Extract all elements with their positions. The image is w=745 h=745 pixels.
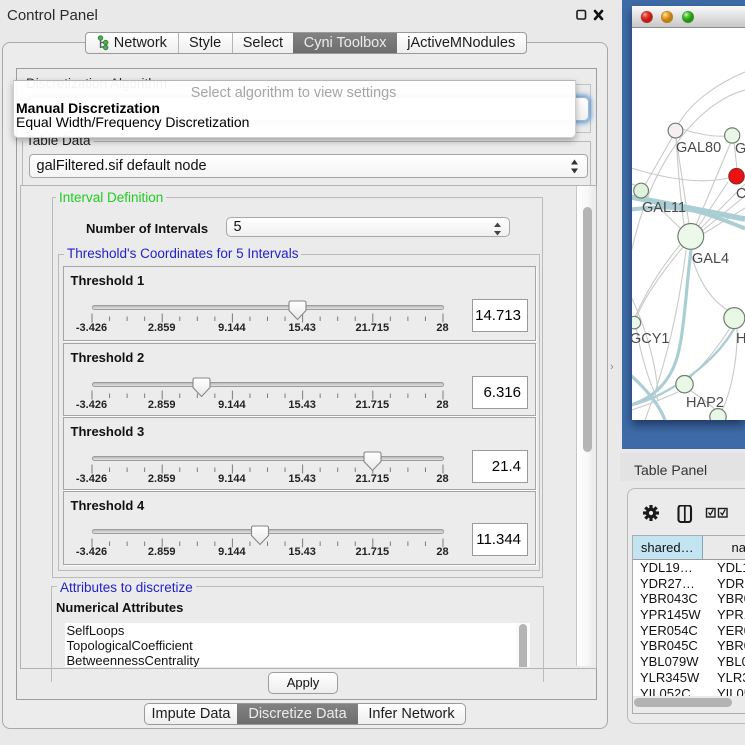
svg-text:GAL11: GAL11 [642, 200, 686, 216]
svg-text:GA: GA [735, 141, 745, 157]
svg-text:GCY1: GCY1 [632, 331, 670, 347]
svg-text:H: H [736, 331, 745, 347]
svg-text:GAL80: GAL80 [676, 140, 721, 156]
svg-text:HAP2: HAP2 [686, 395, 724, 411]
svg-text:GAL4: GAL4 [692, 251, 729, 267]
svg-text:C: C [736, 186, 745, 202]
